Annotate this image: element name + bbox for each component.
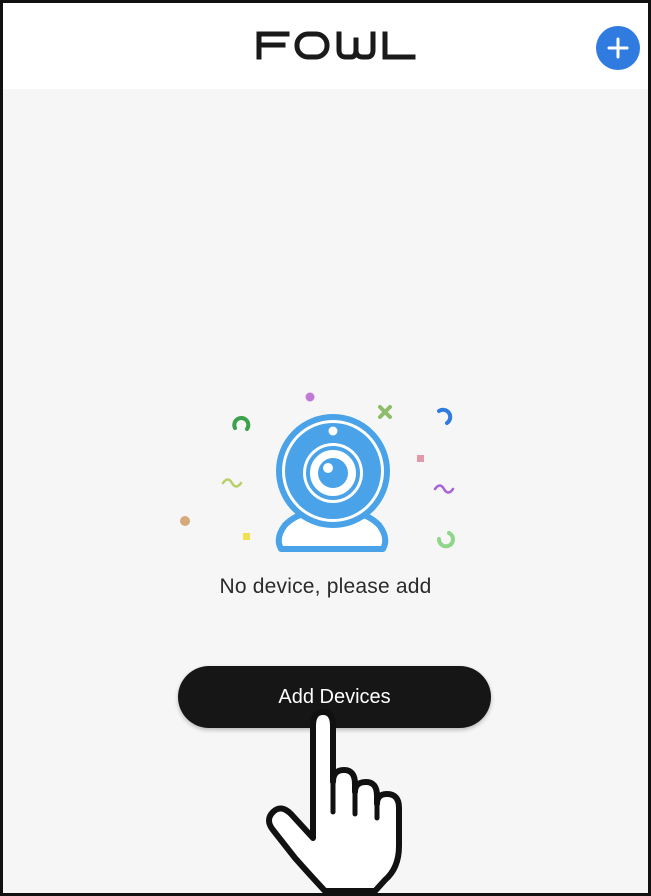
logo-wordmark-icon [256,31,416,60]
fowl-logo: FOWL [253,25,418,65]
webcam-icon [180,392,455,552]
empty-state-message: No device, please add [219,575,432,598]
app-screen: FOWL [0,0,651,896]
add-device-fab[interactable] [596,26,640,70]
hand-pointer-icon [266,709,402,893]
top-bar: FOWL [3,3,648,89]
plus-icon [607,37,629,59]
